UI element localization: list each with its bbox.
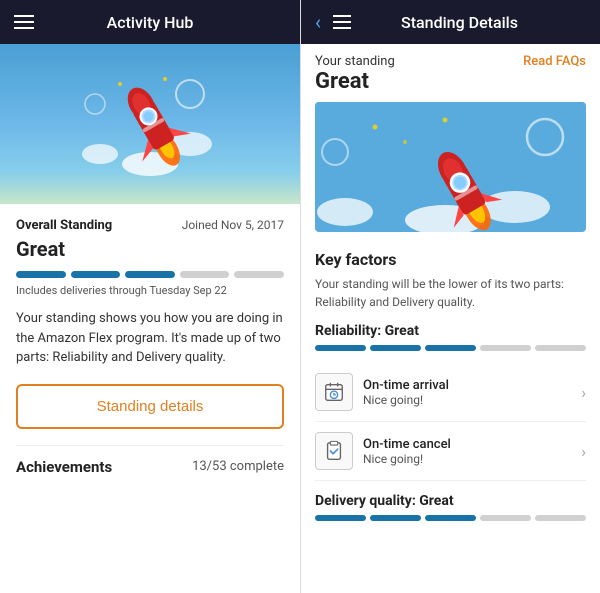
dq-progress-bar-1 [315,515,366,521]
right-hero-image [315,102,586,232]
on-time-arrival-chevron-icon: › [581,383,586,402]
overall-standing-label: Overall Standing [16,218,112,233]
standing-description: Your standing shows you how you are doin… [16,309,284,368]
on-time-arrival-icon-box [315,373,353,411]
calendar-clock-icon [323,381,345,403]
progress-bar-4 [180,271,230,278]
on-time-arrival-title: On-time arrival [363,378,571,393]
standing-row: Overall Standing Joined Nov 5, 2017 [16,218,284,233]
progress-bar-3 [125,271,175,278]
factor-item-on-time-arrival[interactable]: On-time arrival Nice going! › [315,363,586,422]
progress-bar-2 [71,271,121,278]
on-time-cancel-icon-box [315,432,353,470]
your-standing-label: Your standing [315,54,395,69]
factor-item-on-time-cancel[interactable]: On-time cancel Nice going! › [315,422,586,481]
standing-value: Great [16,237,284,261]
on-time-cancel-title: On-time cancel [363,437,571,452]
hamburger-menu-icon[interactable] [14,15,34,29]
r-progress-bar-5 [535,345,586,351]
r-progress-bar-3 [425,345,476,351]
right-header-title: Standing Details [363,13,556,32]
delivery-note: Includes deliveries through Tuesday Sep … [16,284,284,297]
achievements-label: Achievements [16,458,112,476]
on-time-arrival-subtitle: Nice going! [363,393,571,407]
delivery-quality-progress-bars [315,515,586,521]
achievements-row: Achievements 13/53 complete [16,445,284,476]
clipboard-check-icon [323,440,345,462]
right-panel: ‹ Standing Details Your standing Great R… [300,0,600,593]
r-progress-bar-4 [480,345,531,351]
left-header-title: Activity Hub [107,13,194,32]
on-time-arrival-text: On-time arrival Nice going! [363,378,571,407]
dq-progress-bar-4 [480,515,531,521]
read-faqs-link[interactable]: Read FAQs [523,54,586,69]
right-standing-section: Your standing Great Read FAQs [301,44,600,94]
reliability-progress-bars [315,345,586,351]
left-panel: Activity Hub [0,0,300,593]
right-standing-value: Great [315,69,395,94]
standing-details-button[interactable]: Standing details [16,384,284,429]
key-factors-description: Your standing will be the lower of its t… [315,275,586,311]
key-factors-title: Key factors [315,250,586,269]
delivery-quality-label: Delivery quality: Great [315,493,586,509]
joined-date: Joined Nov 5, 2017 [182,218,284,232]
back-icon[interactable]: ‹ [315,10,321,34]
on-time-cancel-text: On-time cancel Nice going! [363,437,571,466]
right-hamburger-icon[interactable] [333,15,351,29]
progress-bar-1 [16,271,66,278]
on-time-cancel-chevron-icon: › [581,442,586,461]
dq-progress-bar-5 [535,515,586,521]
progress-bar-5 [234,271,284,278]
on-time-cancel-subtitle: Nice going! [363,452,571,466]
dq-progress-bar-3 [425,515,476,521]
standing-progress-bars [16,271,284,278]
right-standing-left: Your standing Great [315,54,395,94]
right-content: Your standing Great Read FAQs [301,44,600,593]
left-header: Activity Hub [0,0,300,44]
r-progress-bar-2 [370,345,421,351]
dq-progress-bar-2 [370,515,421,521]
right-header: ‹ Standing Details [301,0,600,44]
left-content: Overall Standing Joined Nov 5, 2017 Grea… [0,204,300,593]
achievements-count: 13/53 complete [192,459,284,474]
r-progress-bar-1 [315,345,366,351]
key-factors-section: Key factors Your standing will be the lo… [301,240,600,543]
left-hero-image [0,44,300,204]
reliability-label: Reliability: Great [315,323,586,339]
